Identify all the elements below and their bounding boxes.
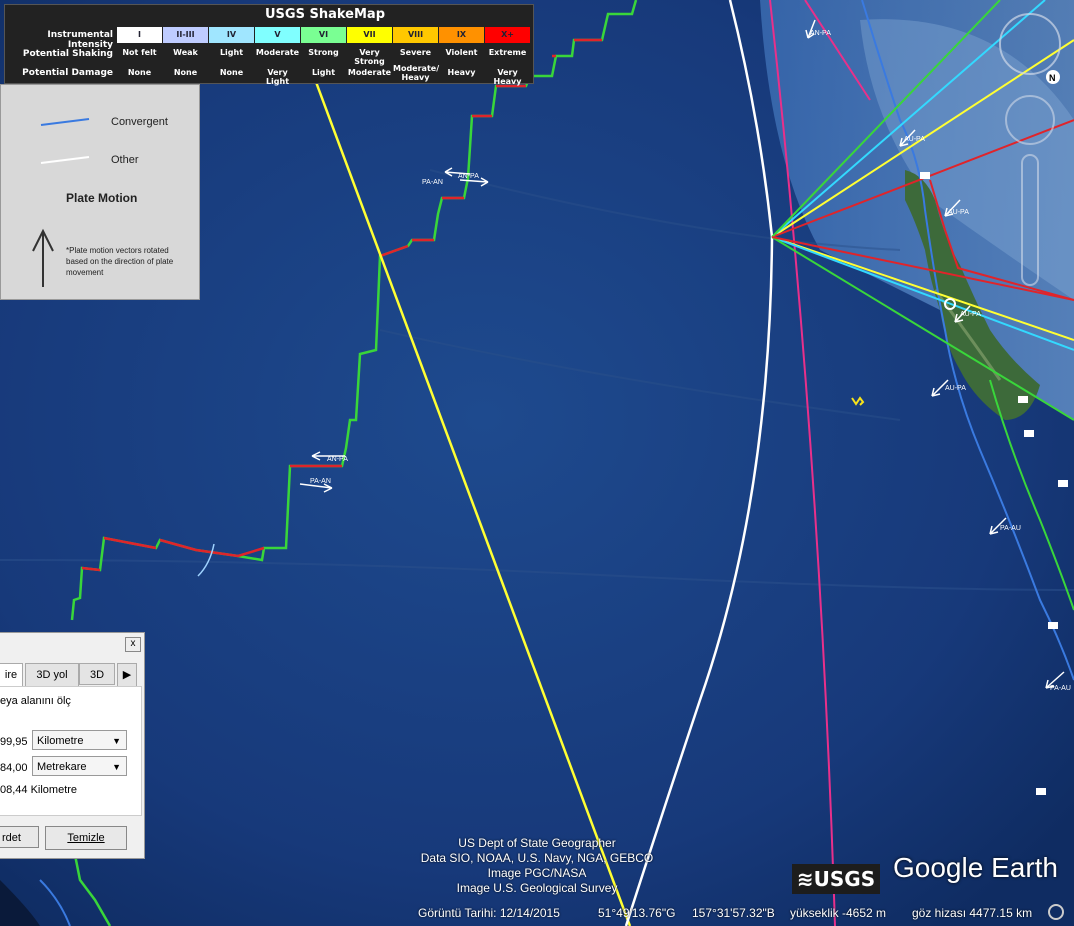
chevron-down-icon: ▼ <box>112 736 121 746</box>
legend-title: USGS ShakeMap <box>265 7 385 22</box>
plate-motion-label: AU-PA <box>948 209 969 216</box>
plate-motion-label: PA-AN <box>422 179 443 186</box>
status-bar: Görüntü Tarihi: 12/14/2015 51°49'13.76"G… <box>0 903 1074 926</box>
longitude: 157°31'57.32"B <box>692 906 775 920</box>
area-value: 84,00 <box>0 762 28 774</box>
save-button[interactable]: rdet <box>0 826 39 848</box>
plate-motion-label: PA-AU <box>1000 525 1021 532</box>
credit-line: US Dept of State Geographer <box>458 836 616 850</box>
usgs-logo: ≋USGS <box>792 864 880 894</box>
ruler-pane: eya alanını ölç 99,95 Kilometre ▼ 84,00 M… <box>0 686 142 816</box>
convergent-swatch <box>40 118 90 126</box>
ruler-description: eya alanını ölç <box>0 695 71 707</box>
intensity-swatch: II-III <box>163 27 208 43</box>
plate-motion-note: *Plate motion vectors rotated based on t… <box>66 246 174 277</box>
compass-n: N <box>1049 73 1056 83</box>
area-unit-select[interactable]: Metrekare ▼ <box>32 756 127 776</box>
plate-motion-label: AU-PA <box>960 311 981 318</box>
shaking-cell: Extreme <box>488 48 527 57</box>
eye-altitude: göz hizası 4477.15 km <box>912 906 1033 920</box>
imagery-date: Görüntü Tarihi: 12/14/2015 <box>418 906 560 920</box>
shaking-cell: Light <box>219 48 244 57</box>
area-unit-label: Metrekare <box>37 761 87 773</box>
damage-cell: None <box>219 68 244 77</box>
damage-cell: Very Light <box>265 68 290 86</box>
intensity-swatch: VIII <box>393 27 438 43</box>
shaking-cell: Very Strong <box>354 48 385 66</box>
elevation: yükseklik -4652 m <box>790 906 887 920</box>
perimeter-unit-label: Kilometre <box>37 735 84 747</box>
tab-circle[interactable]: ire <box>0 663 23 687</box>
tab-scroll-right-icon[interactable]: ▶ <box>117 663 137 687</box>
close-icon[interactable]: x <box>125 637 141 652</box>
damage-cell: Light <box>311 68 336 77</box>
google-earth-logo: Google Earth <box>893 852 1058 883</box>
legend-convergent: Convergent <box>111 116 168 128</box>
legend-other: Other <box>111 154 139 166</box>
intensity-swatch: VII <box>347 27 392 43</box>
plate-motion-heading: Plate Motion <box>66 191 138 205</box>
heading-value: 08,44 Kilometre <box>0 784 78 796</box>
shakemap-legend: USGS ShakeMap Instrumental Intensity Pot… <box>4 4 534 86</box>
intensity-swatch: IX <box>439 27 484 43</box>
imagery-credits: US Dept of State Geographer Data SIO, NO… <box>400 836 674 896</box>
clear-button[interactable]: Temizle <box>45 826 127 850</box>
other-swatch <box>40 156 90 164</box>
plate-motion-label: AU-PA <box>904 136 925 143</box>
damage-cell: Moderate/ Heavy <box>393 64 440 82</box>
ruler-dialog: x ire 3D yol 3D ▶ eya alanını ölç 99,95 … <box>0 632 145 859</box>
damage-cell: None <box>173 68 198 77</box>
row-label-damage: Potential Damage <box>22 68 113 78</box>
chevron-down-icon: ▼ <box>112 762 121 772</box>
tab-3d-polygon[interactable]: 3D <box>79 663 115 685</box>
plate-motion-label: AU-PA <box>945 385 966 392</box>
intensity-swatch: V <box>255 27 300 43</box>
intensity-swatch: IV <box>209 27 254 43</box>
plate-motion-label: AN-PA <box>810 30 831 37</box>
intensity-swatch: I <box>117 27 162 43</box>
shaking-cell: Not felt <box>122 48 157 57</box>
intensity-swatch: VI <box>301 27 346 43</box>
row-label-intensity: Instrumental Intensity <box>47 30 113 50</box>
intensity-swatch: X+ <box>485 27 530 43</box>
credit-line: Data SIO, NOAA, U.S. Navy, NGA, GEBCO <box>420 851 654 865</box>
damage-cell: Very Heavy <box>493 68 522 86</box>
shaking-cell: Moderate <box>255 48 300 57</box>
plate-legend: Convergent Other Plate Motion *Plate mot… <box>0 84 200 300</box>
damage-cell: Heavy <box>447 68 476 77</box>
credit-line: Image PGC/NASA <box>487 866 587 880</box>
row-label-shaking: Potential Shaking <box>22 49 113 59</box>
plate-motion-label: AN-PA <box>327 456 348 463</box>
plate-motion-label: AN-PA <box>458 173 479 180</box>
perimeter-value: 99,95 <box>0 736 28 748</box>
tab-3d-path[interactable]: 3D yol <box>25 663 79 687</box>
shaking-cell: Weak <box>173 48 198 57</box>
damage-cell: None <box>127 68 152 77</box>
damage-cell: Moderate <box>347 68 392 77</box>
plate-motion-label: PA-AN <box>310 478 331 485</box>
plate-motion-label: PA-AU <box>1050 685 1071 692</box>
streaming-indicator-icon <box>1048 904 1064 920</box>
shaking-cell: Violent <box>445 48 478 57</box>
credit-line: Image U.S. Geological Survey <box>456 881 618 895</box>
shaking-cell: Severe <box>399 48 432 57</box>
plate-motion-arrow-icon <box>32 228 54 287</box>
shaking-cell: Strong <box>308 48 339 57</box>
perimeter-unit-select[interactable]: Kilometre ▼ <box>32 730 127 750</box>
latitude: 51°49'13.76"G <box>598 906 676 920</box>
